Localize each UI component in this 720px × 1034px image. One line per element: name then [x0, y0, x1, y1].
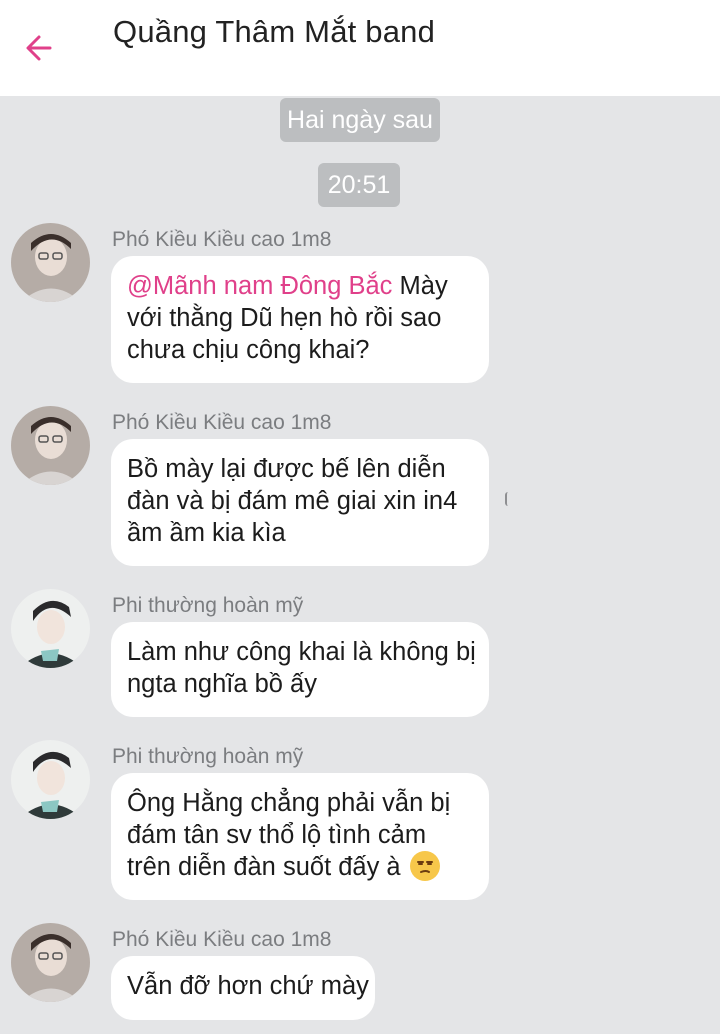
- chat-title: Quầng Thâm Mắt band: [113, 14, 436, 49]
- message-bubble[interactable]: Vẫn đỡ hơn chứ mày: [111, 956, 375, 1020]
- sender-name: Phi thường hoàn mỹ: [112, 594, 304, 617]
- chat-header: Quầng Thâm Mắt band: [0, 0, 720, 96]
- avatar[interactable]: [11, 740, 90, 819]
- message-bubble[interactable]: @Mãnh nam Đông Bắc Mày với thằng Dũ hẹn …: [111, 256, 489, 383]
- avatar[interactable]: [11, 406, 90, 485]
- message-text: Bồ mày lại được bế lên diễn: [127, 455, 446, 483]
- message-bubble[interactable]: Ông Hằng chẳng phải vẫn bị đám tân sv th…: [111, 773, 489, 900]
- message-text: Mày: [399, 272, 448, 300]
- message-text: chưa chịu công khai?: [127, 336, 370, 364]
- message-text: với thằng Dũ hẹn hò rồi sao: [127, 304, 442, 332]
- time-separator: 20:51: [318, 163, 400, 207]
- arrow-left-icon[interactable]: [20, 28, 60, 68]
- sender-name: Phó Kiều Kiều cao 1m8: [112, 411, 332, 434]
- message-text: đàn và bị đám mê giai xin in4: [127, 487, 458, 515]
- message-text: ầm ầm kia kìa: [127, 519, 286, 547]
- message-text: Vẫn đỡ hơn chứ mày: [127, 972, 369, 1000]
- avatar[interactable]: [11, 923, 90, 1002]
- mention-link[interactable]: @Mãnh nam Đông Bắc: [127, 272, 392, 300]
- avatar[interactable]: [11, 223, 90, 302]
- avatar[interactable]: [11, 589, 90, 668]
- message-text: ngta nghĩa bồ ấy: [127, 670, 317, 698]
- message-text: đám tân sv thổ lộ tình cảm: [127, 821, 427, 849]
- scroll-edge-mark: [505, 492, 511, 506]
- unamused-face-icon: [409, 851, 440, 881]
- message-bubble[interactable]: Làm như công khai là không bị ngta nghĩa…: [111, 622, 489, 717]
- message-bubble[interactable]: Bồ mày lại được bế lên diễn đàn và bị đá…: [111, 439, 489, 566]
- sender-name: Phó Kiều Kiều cao 1m8: [112, 228, 332, 251]
- date-separator: Hai ngày sau: [280, 98, 440, 142]
- sender-name: Phó Kiều Kiều cao 1m8: [112, 928, 332, 951]
- message-text: Ông Hằng chẳng phải vẫn bị: [127, 789, 451, 817]
- message-text: Làm như công khai là không bị: [127, 638, 476, 666]
- message-text: trên diễn đàn suốt đấy à: [127, 853, 401, 881]
- sender-name: Phi thường hoàn mỹ: [112, 745, 304, 768]
